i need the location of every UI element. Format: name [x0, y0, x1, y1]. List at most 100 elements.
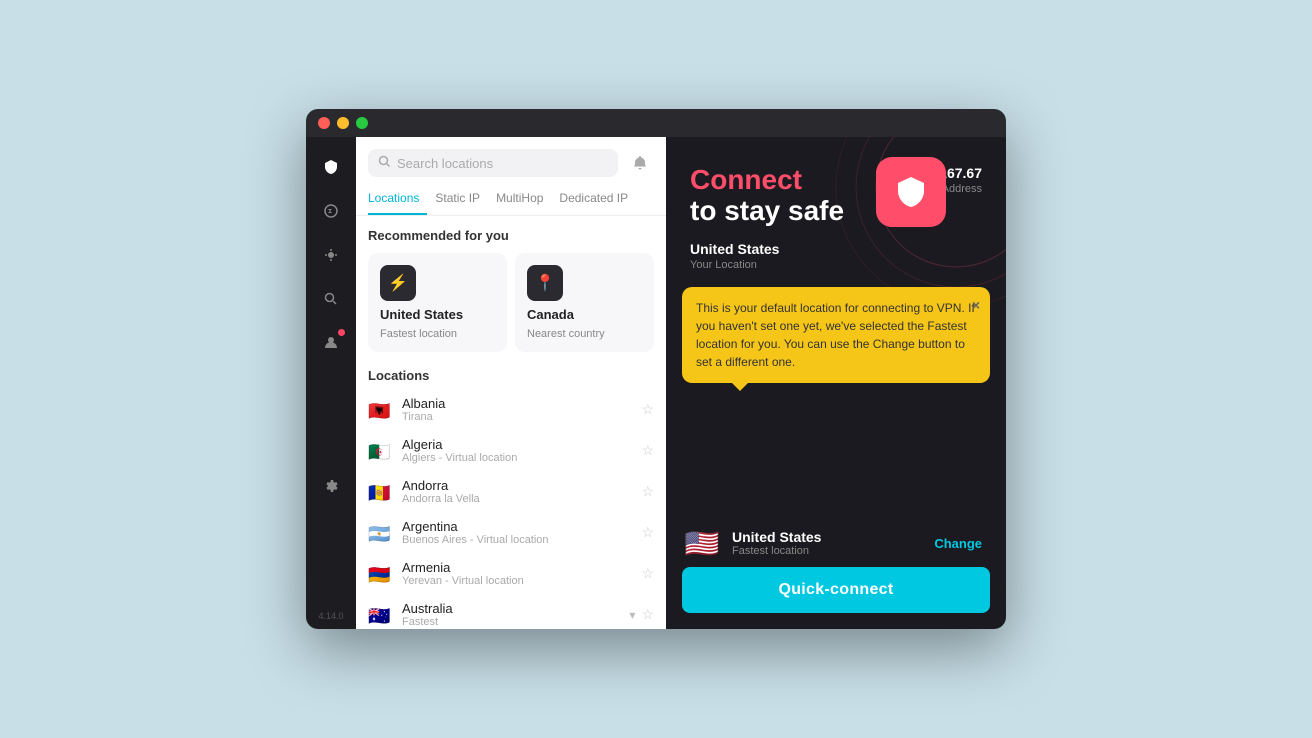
loc-sub-albania: Tirana	[402, 411, 631, 423]
loc-info-australia: Australia Fastest	[402, 601, 619, 628]
rec-card-ca-icon: 📍	[527, 265, 563, 301]
tooltip-close-button[interactable]: ×	[972, 295, 980, 316]
tooltip-arrow	[732, 383, 748, 391]
loc-sub-argentina: Buenos Aires - Virtual location	[402, 534, 631, 546]
minimize-button[interactable]	[337, 117, 349, 129]
star-algeria[interactable]: ☆	[641, 442, 654, 459]
close-button[interactable]	[318, 117, 330, 129]
rec-card-ca-name: Canada	[527, 307, 642, 322]
loc-info-algeria: Algeria Algiers - Virtual location	[402, 437, 631, 464]
list-item-andorra[interactable]: 🇦🇩 Andorra Andorra la Vella ☆	[356, 471, 666, 512]
tab-dedicated-ip[interactable]: Dedicated IP	[551, 187, 636, 215]
tab-static-ip[interactable]: Static IP	[427, 187, 488, 215]
flag-algeria: 🇩🇿	[368, 443, 392, 459]
rec-card-ca-sub: Nearest country	[527, 328, 642, 340]
loc-actions-argentina: ☆	[641, 524, 654, 541]
search-bar	[356, 137, 666, 177]
left-panel: Locations Static IP MultiHop Dedicated I…	[356, 137, 666, 629]
tab-locations[interactable]: Locations	[368, 187, 427, 215]
list-item-argentina[interactable]: 🇦🇷 Argentina Buenos Aires - Virtual loca…	[356, 512, 666, 553]
your-location-name: United States	[690, 241, 982, 257]
tooltip-text: This is your default location for connec…	[696, 301, 975, 369]
loc-actions-armenia: ☆	[641, 565, 654, 582]
notification-bell[interactable]	[626, 149, 654, 177]
loc-sub-algeria: Algiers - Virtual location	[402, 452, 631, 464]
rec-card-us[interactable]: ⚡ United States Fastest location	[368, 253, 507, 352]
loc-actions-andorra: ☆	[641, 483, 654, 500]
flag-armenia: 🇦🇲	[368, 566, 392, 582]
flag-australia: 🇦🇺	[368, 607, 392, 623]
sidebar-item-account[interactable]	[313, 325, 349, 361]
sidebar-item-search[interactable]	[313, 281, 349, 317]
recommended-title: Recommended for you	[368, 228, 654, 243]
flag-andorra: 🇦🇩	[368, 484, 392, 500]
loc-info-argentina: Argentina Buenos Aires - Virtual locatio…	[402, 519, 631, 546]
loc-name-armenia: Armenia	[402, 560, 631, 575]
your-location-label: Your Location	[690, 259, 982, 271]
loc-info-andorra: Andorra Andorra la Vella	[402, 478, 631, 505]
star-andorra[interactable]: ☆	[641, 483, 654, 500]
loc-name-algeria: Algeria	[402, 437, 631, 452]
search-icon	[378, 155, 391, 171]
star-albania[interactable]: ☆	[641, 401, 654, 418]
loc-sub-australia: Fastest	[402, 616, 619, 628]
rec-card-us-name: United States	[380, 307, 495, 322]
loc-sub-andorra: Andorra la Vella	[402, 493, 631, 505]
loc-name-australia: Australia	[402, 601, 619, 616]
star-argentina[interactable]: ☆	[641, 524, 654, 541]
loc-sub-armenia: Yerevan - Virtual location	[402, 575, 631, 587]
titlebar	[306, 109, 1006, 137]
app-window: 4.14.0	[306, 109, 1006, 629]
flag-albania: 🇦🇱	[368, 402, 392, 418]
selected-location-row: 🇺🇸 United States Fastest location Change	[682, 529, 990, 557]
selected-loc-sub: Fastest location	[732, 545, 916, 557]
chevron-australia[interactable]: ▾	[629, 608, 635, 622]
selected-flag: 🇺🇸	[682, 529, 722, 557]
search-input-wrap[interactable]	[368, 149, 618, 177]
rec-card-us-sub: Fastest location	[380, 328, 495, 340]
flag-argentina: 🇦🇷	[368, 525, 392, 541]
sidebar-item-settings[interactable]	[313, 468, 349, 504]
sidebar-item-debug[interactable]	[313, 237, 349, 273]
tabs-bar: Locations Static IP MultiHop Dedicated I…	[356, 177, 666, 216]
default-location-tooltip: × This is your default location for conn…	[682, 287, 990, 383]
your-location-info: United States Your Location	[690, 241, 982, 271]
maximize-button[interactable]	[356, 117, 368, 129]
loc-actions-albania: ☆	[641, 401, 654, 418]
right-panel: Connect to stay safe United States Your …	[666, 137, 1006, 629]
sidebar: 4.14.0	[306, 137, 356, 629]
locations-list: Recommended for you ⚡ United States Fast…	[356, 216, 666, 629]
bottom-bar: 🇺🇸 United States Fastest location Change…	[666, 515, 1006, 629]
star-australia[interactable]: ☆	[641, 606, 654, 623]
recommended-cards: ⚡ United States Fastest location 📍 Canad…	[368, 253, 654, 352]
loc-name-andorra: Andorra	[402, 478, 631, 493]
loc-name-argentina: Argentina	[402, 519, 631, 534]
account-badge	[338, 329, 345, 336]
locations-header: Locations	[356, 360, 666, 389]
app-body: 4.14.0	[306, 137, 1006, 629]
sidebar-item-vpn[interactable]	[313, 149, 349, 185]
vpn-logo	[876, 157, 946, 227]
loc-actions-australia: ▾ ☆	[629, 606, 654, 623]
recommended-section: Recommended for you ⚡ United States Fast…	[356, 216, 666, 360]
list-item-australia[interactable]: 🇦🇺 Australia Fastest ▾ ☆	[356, 594, 666, 629]
tab-multihop[interactable]: MultiHop	[488, 187, 551, 215]
change-location-button[interactable]: Change	[926, 532, 990, 555]
list-item-algeria[interactable]: 🇩🇿 Algeria Algiers - Virtual location ☆	[356, 430, 666, 471]
list-item-armenia[interactable]: 🇦🇲 Armenia Yerevan - Virtual location ☆	[356, 553, 666, 594]
rec-card-ca[interactable]: 📍 Canada Nearest country	[515, 253, 654, 352]
loc-info-armenia: Armenia Yerevan - Virtual location	[402, 560, 631, 587]
rec-card-us-icon: ⚡	[380, 265, 416, 301]
loc-actions-algeria: ☆	[641, 442, 654, 459]
selected-loc-name: United States	[732, 529, 916, 545]
search-input[interactable]	[397, 156, 608, 171]
version-label: 4.14.0	[318, 611, 343, 621]
connect-section: Connect to stay safe United States Your …	[666, 137, 1006, 287]
loc-name-albania: Albania	[402, 396, 631, 411]
list-item-albania[interactable]: 🇦🇱 Albania Tirana ☆	[356, 389, 666, 430]
loc-info-albania: Albania Tirana	[402, 396, 631, 423]
star-armenia[interactable]: ☆	[641, 565, 654, 582]
quick-connect-button[interactable]: Quick-connect	[682, 567, 990, 613]
locations-section-title: Locations	[368, 368, 654, 383]
sidebar-item-snooze[interactable]	[313, 193, 349, 229]
